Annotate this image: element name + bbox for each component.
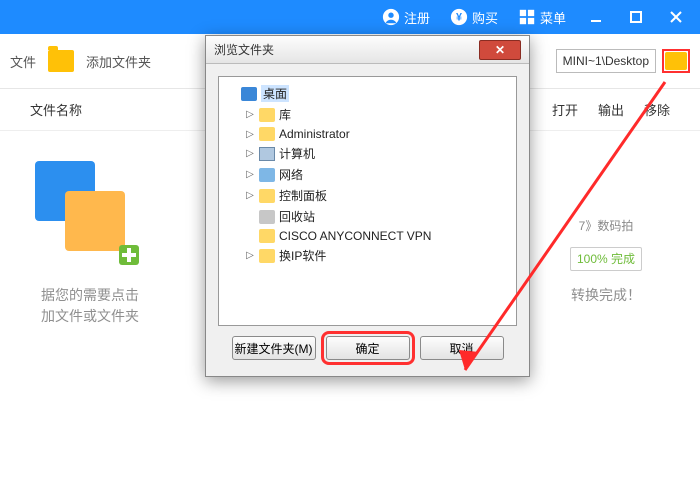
progress-badge: 100% 完成 — [570, 247, 642, 271]
card-done: 7》数码拍 100% 完成 转换完成！ — [526, 161, 686, 331]
network-icon — [259, 168, 275, 182]
menu-button[interactable]: 菜单 — [508, 0, 576, 34]
path-value: MINI~1\Desktop — [563, 54, 649, 68]
maximize-button[interactable] — [616, 0, 656, 34]
yen-icon: ¥ — [450, 8, 468, 26]
buy-label: 购买 — [472, 8, 498, 27]
browse-folder-dialog: 浏览文件夹 ✕ 桌面 ▷库 ▷Administrator ▷计算机 ▷网络 ▷控… — [205, 35, 530, 377]
dialog-title: 浏览文件夹 — [214, 41, 479, 58]
minimize-button[interactable] — [576, 0, 616, 34]
control-panel-icon — [259, 189, 275, 203]
tree-item-recycle[interactable]: 回收站 — [223, 206, 512, 227]
dialog-titlebar[interactable]: 浏览文件夹 ✕ — [206, 36, 529, 64]
tree-item-computer[interactable]: ▷计算机 — [223, 143, 512, 164]
buy-button[interactable]: ¥ 购买 — [440, 0, 508, 34]
cancel-button[interactable]: 取消 — [420, 336, 504, 360]
folder-tree[interactable]: 桌面 ▷库 ▷Administrator ▷计算机 ▷网络 ▷控制面板 回收站 … — [218, 76, 517, 326]
menu-label: 菜单 — [540, 8, 566, 27]
add-folder-button[interactable]: 添加文件夹 — [86, 52, 151, 71]
titlebar: 注册 ¥ 购买 菜单 — [0, 0, 700, 34]
folder-icon — [48, 50, 74, 72]
folder-icon — [259, 249, 275, 263]
card-add-files: 据您的需要点击 加文件或文件夹 — [10, 161, 170, 331]
percent-value: 100% — [577, 252, 608, 266]
recycle-bin-icon — [259, 210, 275, 224]
register-label: 注册 — [404, 8, 430, 27]
close-button[interactable] — [656, 0, 696, 34]
tree-item-ipswitch[interactable]: ▷换IP软件 — [223, 245, 512, 266]
expand-icon[interactable]: ▷ — [245, 129, 255, 139]
tree-item-network[interactable]: ▷网络 — [223, 164, 512, 185]
folder-icon — [665, 52, 687, 70]
file-label: 文件 — [10, 52, 36, 71]
expand-icon[interactable]: ▷ — [245, 251, 255, 261]
user-folder-icon — [259, 127, 275, 141]
tree-item-desktop[interactable]: 桌面 — [223, 83, 512, 104]
column-export: 输出 — [598, 100, 624, 119]
new-folder-button[interactable]: 新建文件夹(M) — [232, 336, 316, 360]
dialog-close-button[interactable]: ✕ — [479, 40, 521, 60]
folder-icon — [259, 229, 275, 243]
column-open: 打开 — [552, 100, 578, 119]
library-icon — [259, 108, 275, 122]
desktop-icon — [241, 87, 257, 101]
tree-item-control-panel[interactable]: ▷控制面板 — [223, 185, 512, 206]
hint-text: 转换完成！ — [571, 285, 641, 306]
expand-icon[interactable]: ▷ — [245, 110, 255, 120]
status-text: 完成 — [611, 252, 635, 266]
hint-text: 据您的需要点击 — [41, 285, 139, 306]
svg-text:¥: ¥ — [456, 12, 462, 24]
expand-icon[interactable]: ▷ — [245, 149, 255, 159]
tree-item-cisco[interactable]: CISCO ANYCONNECT VPN — [223, 227, 512, 245]
tree-item-admin[interactable]: ▷Administrator — [223, 125, 512, 143]
browse-output-button[interactable] — [662, 49, 690, 73]
register-button[interactable]: 注册 — [372, 0, 440, 34]
ok-button[interactable]: 确定 — [326, 336, 410, 360]
expand-icon[interactable]: ▷ — [245, 191, 255, 201]
ssid-text: 7》数码拍 — [579, 217, 634, 235]
hint-text: 加文件或文件夹 — [41, 306, 139, 327]
computer-icon — [259, 147, 275, 161]
user-icon — [382, 8, 400, 26]
output-path-field[interactable]: MINI~1\Desktop — [556, 49, 656, 73]
tree-item-library[interactable]: ▷库 — [223, 104, 512, 125]
expand-icon[interactable]: ▷ — [245, 170, 255, 180]
column-remove: 移除 — [644, 100, 670, 119]
add-files-illustration — [35, 161, 145, 271]
grid-icon — [518, 8, 536, 26]
